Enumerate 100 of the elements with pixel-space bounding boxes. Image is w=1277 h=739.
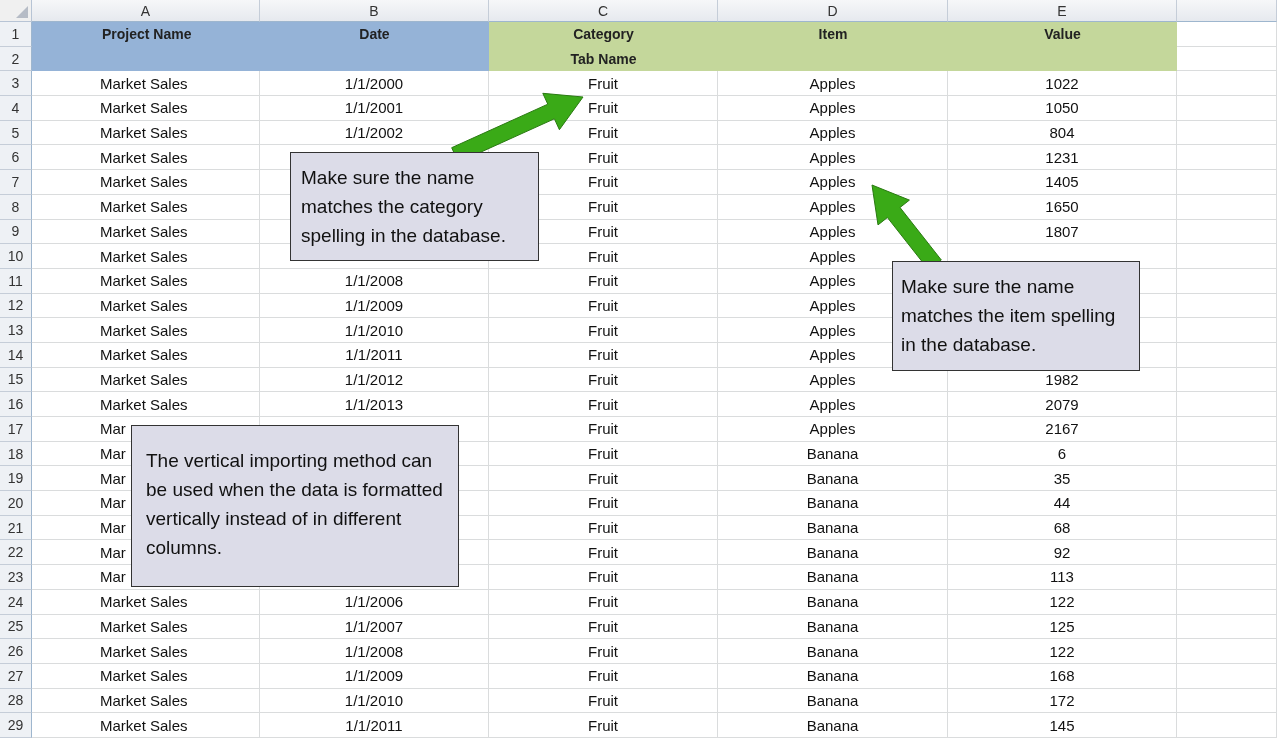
table-cell: Banana [718,466,948,492]
row-header[interactable]: 14 [0,342,32,368]
table-cell: 6 [948,441,1177,467]
table-cell: 145 [948,713,1177,738]
row-header[interactable]: 4 [0,96,32,121]
table-cell: Banana [718,688,948,714]
row-header[interactable]: 18 [0,441,32,467]
row-header[interactable]: 5 [0,120,32,146]
table-cell: 1/1/2013 [260,392,489,417]
table-cell: 172 [948,688,1177,714]
table-cell: 1/1/2010 [260,688,489,714]
row-header[interactable]: 29 [0,713,32,738]
table-cell: Fruit [489,663,718,689]
table-cell: Fruit [489,392,718,417]
column-header[interactable]: D [718,0,948,22]
table-cell: 1/1/2011 [260,713,489,738]
header-cell: Tab Name [489,46,718,72]
table-cell: Banana [718,589,948,615]
row-header[interactable]: 13 [0,318,32,343]
row-header[interactable]: 20 [0,491,32,516]
table-cell: Fruit [489,565,718,590]
row-header[interactable]: 1 [0,22,32,47]
column-header[interactable] [1177,0,1277,22]
row-header[interactable]: 22 [0,540,32,566]
table-cell: 1/1/2000 [260,71,489,97]
row-header[interactable]: 28 [0,688,32,714]
table-cell: Banana [718,540,948,566]
table-cell: Banana [718,713,948,738]
header-cell: Date [260,22,489,47]
table-cell: Market Sales [32,318,260,343]
table-cell: Fruit [489,515,718,541]
row-header[interactable]: 6 [0,145,32,171]
row-header[interactable]: 9 [0,219,32,245]
table-cell: Fruit [489,713,718,738]
table-cell: Market Sales [32,688,260,714]
row-header[interactable]: 11 [0,268,32,294]
row-header[interactable]: 8 [0,194,32,220]
column-header[interactable]: B [260,0,489,22]
table-cell: 122 [948,639,1177,664]
table-cell: 1022 [948,71,1177,97]
table-cell: 68 [948,515,1177,541]
table-cell: Market Sales [32,71,260,97]
row-header[interactable]: 26 [0,639,32,664]
select-all-icon[interactable] [16,6,28,18]
table-cell: Apples [718,71,948,97]
table-cell: Banana [718,441,948,467]
table-cell: 1/1/2011 [260,342,489,368]
table-cell: Banana [718,491,948,516]
table-cell: Market Sales [32,589,260,615]
table-cell: Market Sales [32,244,260,269]
table-cell: 168 [948,663,1177,689]
table-cell: Market Sales [32,392,260,417]
table-cell: Fruit [489,293,718,319]
table-cell: Apples [718,120,948,146]
row-header[interactable]: 15 [0,367,32,393]
table-cell: 44 [948,491,1177,516]
row-header[interactable]: 16 [0,392,32,417]
row-header[interactable]: 2 [0,46,32,72]
row-header[interactable]: 12 [0,293,32,319]
row-header[interactable]: 19 [0,466,32,492]
row-header[interactable]: 23 [0,565,32,590]
callout-text: Make sure the name matches the category spelling in the database. [290,152,539,261]
table-cell: Market Sales [32,120,260,146]
table-cell: Banana [718,639,948,664]
table-cell: 113 [948,565,1177,590]
table-cell: 1807 [948,219,1177,245]
table-cell: Market Sales [32,342,260,368]
table-cell: 1650 [948,194,1177,220]
table-cell: 1/1/2006 [260,589,489,615]
table-cell: 1050 [948,96,1177,121]
table-cell: Fruit [489,491,718,516]
row-header[interactable]: 27 [0,663,32,689]
table-cell: Apples [718,96,948,121]
table-cell: 1/1/2007 [260,614,489,640]
row-header[interactable]: 21 [0,515,32,541]
table-cell: 1231 [948,145,1177,171]
table-cell: Market Sales [32,170,260,195]
row-header[interactable]: 3 [0,71,32,97]
column-header[interactable]: E [948,0,1177,22]
table-cell: Fruit [489,367,718,393]
table-cell: 1/1/2009 [260,293,489,319]
table-cell: Apples [718,392,948,417]
row-header[interactable]: 7 [0,170,32,195]
table-cell: Banana [718,565,948,590]
table-cell: Fruit [489,639,718,664]
table-cell: Market Sales [32,293,260,319]
header-cell: Value [948,22,1177,47]
row-header[interactable]: 24 [0,589,32,615]
table-cell: Market Sales [32,713,260,738]
row-header[interactable]: 25 [0,614,32,640]
row-header[interactable]: 10 [0,244,32,269]
callout-text: Make sure the name matches the item spelling in the database. [892,261,1140,371]
column-header[interactable]: A [32,0,260,22]
table-cell: 35 [948,466,1177,492]
table-cell: Fruit [489,342,718,368]
row-header[interactable]: 17 [0,417,32,442]
table-cell: 1/1/2001 [260,96,489,121]
column-header[interactable]: C [489,0,718,22]
table-cell: Fruit [489,466,718,492]
table-cell: Fruit [489,540,718,566]
